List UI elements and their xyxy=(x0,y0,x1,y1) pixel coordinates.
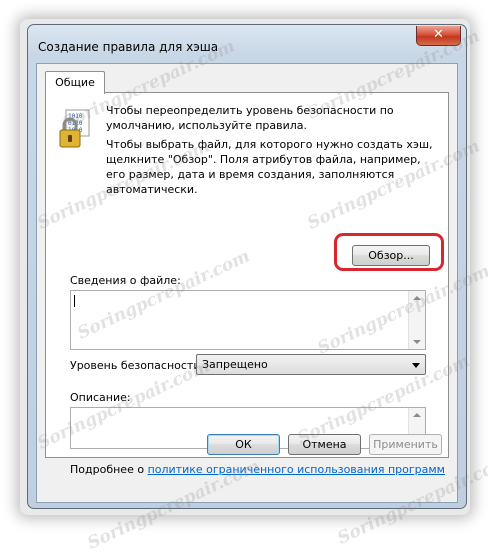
policy-help-link[interactable]: политике ограниченного использования про… xyxy=(148,463,445,476)
window-title: Создание правила для хэша xyxy=(38,40,219,54)
chevron-down-icon xyxy=(412,363,420,368)
intro-text: Чтобы переопределить уровень безопасност… xyxy=(106,104,394,132)
tab-panel-general: 1010 0110 1010 Чтобы переопределить уров… xyxy=(45,92,449,476)
file-info-scrollbar[interactable] xyxy=(408,291,425,349)
browse-button[interactable]: Обзор... xyxy=(352,245,430,266)
title-bar[interactable]: Создание правила для хэша ✕ xyxy=(28,25,466,61)
file-info-label: Сведения о файле: xyxy=(70,274,181,287)
scroll-up-icon[interactable] xyxy=(413,296,421,300)
close-button[interactable]: ✕ xyxy=(416,26,461,46)
lock-binary-icon: 1010 0110 1010 xyxy=(59,109,90,148)
security-level-label: Уровень безопасности: xyxy=(70,359,205,372)
tab-general[interactable]: Общие xyxy=(45,71,105,94)
more-info-line: Подробнее о политике ограниченного испол… xyxy=(70,463,445,476)
scroll-up-icon[interactable] xyxy=(413,413,421,417)
cancel-button[interactable]: Отмена xyxy=(288,434,361,455)
browse-instructions-text: Чтобы выбрать файл, для которого нужно с… xyxy=(106,138,433,196)
close-icon: ✕ xyxy=(433,27,444,42)
scroll-down-icon[interactable] xyxy=(413,340,421,344)
apply-button[interactable]: Применить xyxy=(369,434,442,455)
file-info-field[interactable] xyxy=(70,290,426,350)
more-info-prefix: Подробнее о xyxy=(70,463,148,476)
description-label: Описание: xyxy=(70,391,131,404)
security-level-value: Запрещено xyxy=(202,358,268,371)
ok-button[interactable]: ОК xyxy=(207,434,280,455)
text-caret xyxy=(74,295,75,307)
hash-rule-dialog: Создание правила для хэша ✕ Общие 1010 0… xyxy=(27,24,467,509)
dialog-client-area: Общие 1010 0110 1010 Чтобы переопределит… xyxy=(36,63,458,503)
security-level-select[interactable]: Запрещено xyxy=(196,354,426,375)
